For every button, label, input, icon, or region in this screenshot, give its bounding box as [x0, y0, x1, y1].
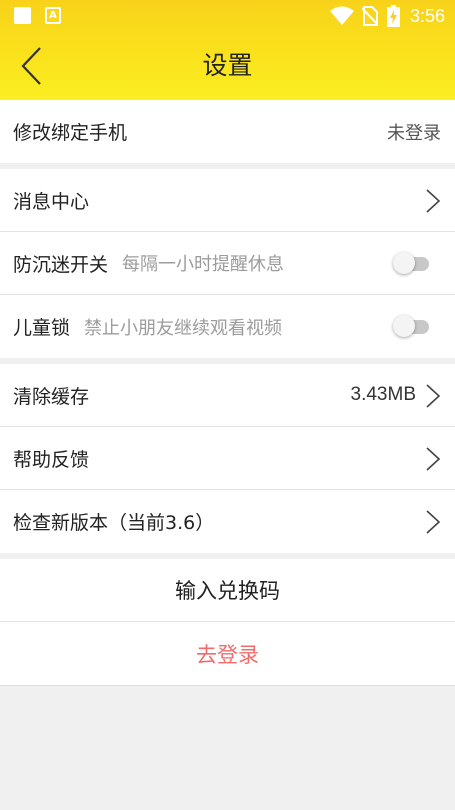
bind-phone-row[interactable]: 修改绑定手机 未登录	[0, 100, 455, 163]
actions-group: 输入兑换码 去登录	[0, 559, 455, 686]
check-update-label: 检查新版本（当前3.6）	[13, 512, 215, 534]
app-header: A 3:56 设置	[0, 0, 455, 100]
login-label: 去登录	[196, 642, 259, 667]
a-badge-icon: A	[45, 7, 61, 24]
battery-charging-icon	[387, 5, 400, 27]
toggle-thumb	[393, 252, 415, 274]
login-status-value: 未登录	[387, 122, 441, 144]
settings-group: 消息中心 防沉迷开关 每隔一小时提醒休息 儿童锁 禁止小朋友继续观看视频	[0, 169, 455, 358]
account-group: 修改绑定手机 未登录	[0, 100, 455, 163]
anti-addiction-toggle[interactable]	[393, 252, 429, 274]
chevron-right-icon	[426, 510, 441, 534]
chevron-right-icon	[426, 189, 441, 213]
clear-cache-label: 清除缓存	[13, 385, 90, 408]
clear-cache-row[interactable]: 清除缓存 3.43MB	[0, 364, 455, 427]
wifi-icon	[330, 6, 354, 25]
bind-phone-label: 修改绑定手机	[13, 122, 128, 144]
no-sim-icon	[362, 6, 378, 26]
chevron-right-icon	[426, 447, 441, 471]
message-center-label: 消息中心	[13, 190, 90, 213]
status-bar: A 3:56	[0, 0, 455, 32]
message-center-row[interactable]: 消息中心	[0, 169, 455, 232]
anti-addiction-row: 防沉迷开关 每隔一小时提醒休息	[0, 232, 455, 295]
child-lock-row: 儿童锁 禁止小朋友继续观看视频	[0, 295, 455, 358]
page-title: 设置	[202, 51, 253, 80]
child-lock-toggle[interactable]	[393, 315, 429, 337]
child-lock-hint: 禁止小朋友继续观看视频	[84, 317, 283, 339]
status-time: 3:56	[409, 6, 445, 26]
app-group: 清除缓存 3.43MB 帮助反馈 检查新版本（当前3.6）	[0, 364, 455, 553]
feedback-label: 帮助反馈	[13, 448, 90, 471]
cache-size-value: 3.43MB	[350, 384, 416, 405]
check-update-row[interactable]: 检查新版本（当前3.6）	[0, 490, 455, 553]
chevron-right-icon	[426, 384, 441, 408]
toggle-thumb	[393, 315, 415, 337]
redeem-code-button[interactable]: 输入兑换码	[0, 559, 455, 622]
notification-square-icon	[14, 7, 31, 24]
anti-addiction-label: 防沉迷开关	[13, 253, 109, 276]
redeem-code-label: 输入兑换码	[175, 579, 280, 603]
anti-addiction-hint: 每隔一小时提醒休息	[122, 254, 285, 275]
login-button[interactable]: 去登录	[0, 622, 455, 685]
child-lock-label: 儿童锁	[13, 317, 71, 339]
feedback-row[interactable]: 帮助反馈	[0, 427, 455, 490]
